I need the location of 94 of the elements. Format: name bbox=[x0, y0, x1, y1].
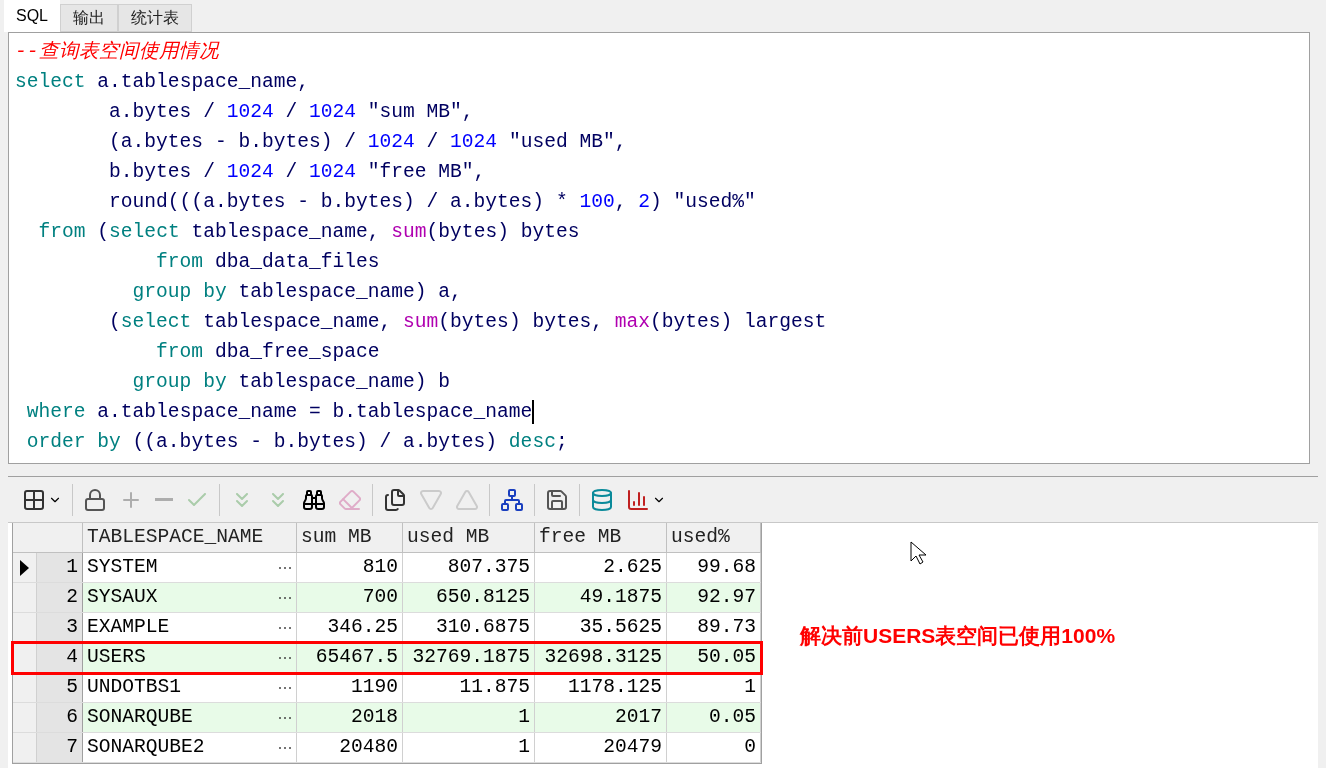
row-number: 1 bbox=[37, 553, 83, 582]
lock-icon bbox=[83, 487, 107, 512]
table-cell-text: 700 bbox=[362, 584, 398, 610]
tab[interactable]: 输出 bbox=[60, 4, 118, 32]
table-cell-text: UNDOTBS1 bbox=[87, 674, 182, 700]
search-icon bbox=[302, 487, 326, 512]
ellipsis-icon bbox=[278, 565, 292, 570]
table-row[interactable]: 2 SYSAUX 700 650.8125 49.1875 92.97 bbox=[13, 583, 761, 613]
ellipsis-icon bbox=[278, 715, 292, 720]
chart-icon bbox=[626, 487, 650, 512]
ellipsis-icon bbox=[278, 745, 292, 750]
column-header[interactable]: free MB bbox=[535, 523, 667, 552]
table-cell-text: 32769.1875 bbox=[412, 644, 530, 670]
row-number: 5 bbox=[37, 673, 83, 702]
table-cell-text: 810 bbox=[362, 554, 398, 580]
grid-icon bbox=[22, 487, 46, 512]
ellipsis-icon bbox=[278, 625, 292, 630]
table-cell-text: 35.5625 bbox=[579, 614, 662, 640]
table-cell-text: EXAMPLE bbox=[87, 614, 170, 640]
tree-icon bbox=[500, 487, 524, 512]
code-line: where a.tablespace_name = b.tablespace_name bbox=[25, 398, 535, 426]
table-cell-text: SONARQUBE2 bbox=[87, 734, 205, 760]
table-cell-text: 92.97 bbox=[697, 584, 756, 610]
ellipsis-icon bbox=[278, 685, 292, 690]
table-cell-text: 310.6875 bbox=[435, 614, 530, 640]
table-cell-text: 650.8125 bbox=[435, 584, 530, 610]
tab[interactable]: SQL bbox=[4, 0, 60, 32]
table-cell-text: 32698.3125 bbox=[544, 644, 662, 670]
table-cell-text: 2017 bbox=[614, 704, 662, 730]
triangle-down-icon bbox=[419, 487, 443, 512]
code-line: from dba_data_files bbox=[155, 250, 380, 275]
triangle-up-icon bbox=[455, 487, 479, 512]
annotation-text: 解决前USERS表空间已使用100% bbox=[800, 623, 1116, 649]
sql-editor[interactable] bbox=[8, 32, 1310, 464]
table-cell-text: 1 bbox=[518, 734, 530, 760]
code-line: a.bytes / 1024 / 1024 "sum MB", bbox=[108, 100, 474, 125]
table-cell-text: SONARQUBE bbox=[87, 704, 193, 730]
row-number: 6 bbox=[37, 703, 83, 732]
table-row[interactable]: 3 EXAMPLE 346.25 310.6875 35.5625 89.73 bbox=[13, 613, 761, 643]
tab[interactable]: 统计表 bbox=[118, 4, 192, 32]
pointer-icon bbox=[910, 541, 928, 565]
table-cell-text: SYSAUX bbox=[87, 584, 158, 610]
table-cell-text: 0 bbox=[744, 734, 756, 760]
eraser-icon bbox=[338, 487, 362, 512]
table-cell-text: 65467.5 bbox=[315, 644, 398, 670]
table-cell-text: 807.375 bbox=[447, 554, 530, 580]
table-cell-text: SYSTEM bbox=[87, 554, 158, 580]
row-number: 3 bbox=[37, 613, 83, 642]
table-cell-text: 1190 bbox=[350, 674, 398, 700]
table-cell-text: 346.25 bbox=[327, 614, 398, 640]
code-line: b.bytes / 1024 / 1024 "free MB", bbox=[108, 160, 486, 185]
table-cell-text: 2018 bbox=[350, 704, 398, 730]
table-cell-text: 20480 bbox=[339, 734, 398, 760]
table-cell-text: 1 bbox=[518, 704, 530, 730]
current-row-icon bbox=[20, 559, 29, 576]
table-row[interactable]: 6 SONARQUBE 2018 1 2017 0.05 bbox=[13, 703, 761, 733]
code-line: --查询表空间使用情况 bbox=[14, 39, 219, 65]
table-cell-text: 50.05 bbox=[697, 644, 756, 670]
column-header[interactable]: used MB bbox=[403, 523, 535, 552]
table-cell-text: 1178.125 bbox=[567, 674, 662, 700]
code-line: select a.tablespace_name, bbox=[14, 70, 309, 95]
code-line: round(((a.bytes - b.bytes) / a.bytes) * 100, 2) "used%" bbox=[108, 190, 756, 215]
code-line: order by ((a.bytes - b.bytes) / a.bytes) desc; bbox=[25, 430, 568, 455]
row-number: 4 bbox=[37, 643, 83, 672]
documents-icon bbox=[383, 487, 407, 512]
code-line: from (select tablespace_name, sum(bytes) bytes bbox=[37, 220, 580, 245]
code-line: group by tablespace_name) b bbox=[131, 370, 451, 395]
table-cell-text: 1 bbox=[744, 674, 756, 700]
database-icon bbox=[590, 487, 614, 512]
code-line: (select tablespace_name, sum(bytes) bytes, max(bytes) largest bbox=[108, 310, 827, 335]
table-row[interactable]: 1 SYSTEM 810 807.375 2.625 99.68 bbox=[13, 553, 761, 583]
code-line: group by tablespace_name) a, bbox=[131, 280, 462, 305]
code-line: from dba_free_space bbox=[155, 340, 380, 365]
column-header[interactable]: TABLESPACE_NAME bbox=[83, 523, 297, 552]
save-icon bbox=[545, 487, 569, 512]
table-cell-text: 89.73 bbox=[697, 614, 756, 640]
code-line: (a.bytes - b.bytes) / 1024 / 1024 "used MB", bbox=[108, 130, 627, 155]
table-row[interactable]: 7 SONARQUBE2 20480 1 20479 0 bbox=[13, 733, 761, 763]
table-cell-text: 99.68 bbox=[697, 554, 756, 580]
ellipsis-icon bbox=[278, 595, 292, 600]
row-number: 2 bbox=[37, 583, 83, 612]
table-row[interactable]: 4 USERS 65467.5 32769.1875 32698.3125 50.05 bbox=[13, 643, 761, 673]
minus-icon bbox=[155, 498, 173, 501]
table-cell-text: 2.625 bbox=[603, 554, 662, 580]
table-row[interactable]: 5 UNDOTBS1 1190 11.875 1178.125 1 bbox=[13, 673, 761, 703]
column-header[interactable]: sum MB bbox=[297, 523, 403, 552]
table-cell-text: 49.1875 bbox=[579, 584, 662, 610]
table-cell-text: USERS bbox=[87, 644, 146, 670]
table-cell-text: 11.875 bbox=[459, 674, 530, 700]
column-header[interactable]: used% bbox=[667, 523, 761, 552]
ellipsis-icon bbox=[278, 655, 292, 660]
row-number: 7 bbox=[37, 733, 83, 762]
table-cell-text: 0.05 bbox=[708, 704, 756, 730]
table-cell-text: 20479 bbox=[603, 734, 662, 760]
